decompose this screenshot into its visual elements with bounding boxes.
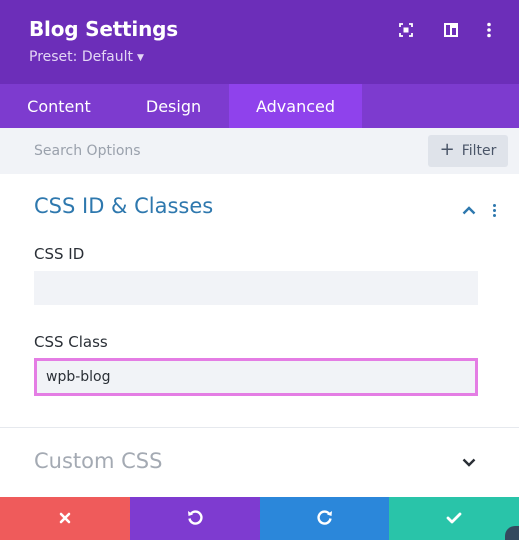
settings-tabs: Content Design Advanced [0, 84, 519, 128]
save-button[interactable] [389, 497, 519, 540]
filter-label: Filter [461, 143, 497, 159]
undo-icon [186, 508, 204, 530]
redo-icon [316, 508, 334, 530]
caret-down-icon: ▼ [136, 53, 144, 63]
css-class-label: CSS Class [34, 333, 108, 351]
filter-button[interactable]: + Filter [428, 135, 508, 167]
redo-button[interactable] [260, 497, 389, 540]
check-icon [446, 509, 462, 528]
search-input[interactable] [20, 136, 400, 166]
tab-design[interactable]: Design [118, 84, 229, 128]
modal-header: Blog Settings Preset: Default ▼ [0, 0, 519, 84]
tab-content[interactable]: Content [0, 84, 118, 128]
split-view-icon[interactable] [439, 18, 463, 42]
css-id-label: CSS ID [34, 245, 85, 263]
section-title-css-id-classes[interactable]: CSS ID & Classes [34, 194, 213, 218]
chevron-down-icon[interactable] [458, 451, 480, 473]
tab-advanced[interactable]: Advanced [229, 84, 362, 128]
css-id-field[interactable] [34, 271, 478, 305]
close-icon [59, 509, 71, 528]
resize-handle[interactable] [505, 526, 519, 540]
more-icon[interactable] [477, 18, 501, 42]
section-title-custom-css[interactable]: Custom CSS [34, 449, 162, 473]
plus-icon: + [439, 139, 455, 160]
chevron-up-icon[interactable] [458, 199, 480, 221]
expand-icon[interactable] [394, 18, 418, 42]
modal-footer [0, 497, 519, 540]
discard-button[interactable] [0, 497, 130, 540]
section-options-icon[interactable] [487, 199, 501, 221]
css-class-field[interactable] [34, 358, 478, 396]
preset-label: Preset: Default [29, 49, 133, 65]
preset-dropdown[interactable]: Preset: Default ▼ [29, 49, 144, 65]
modal-title: Blog Settings [29, 17, 178, 41]
section-divider [0, 427, 519, 428]
undo-button[interactable] [130, 497, 260, 540]
